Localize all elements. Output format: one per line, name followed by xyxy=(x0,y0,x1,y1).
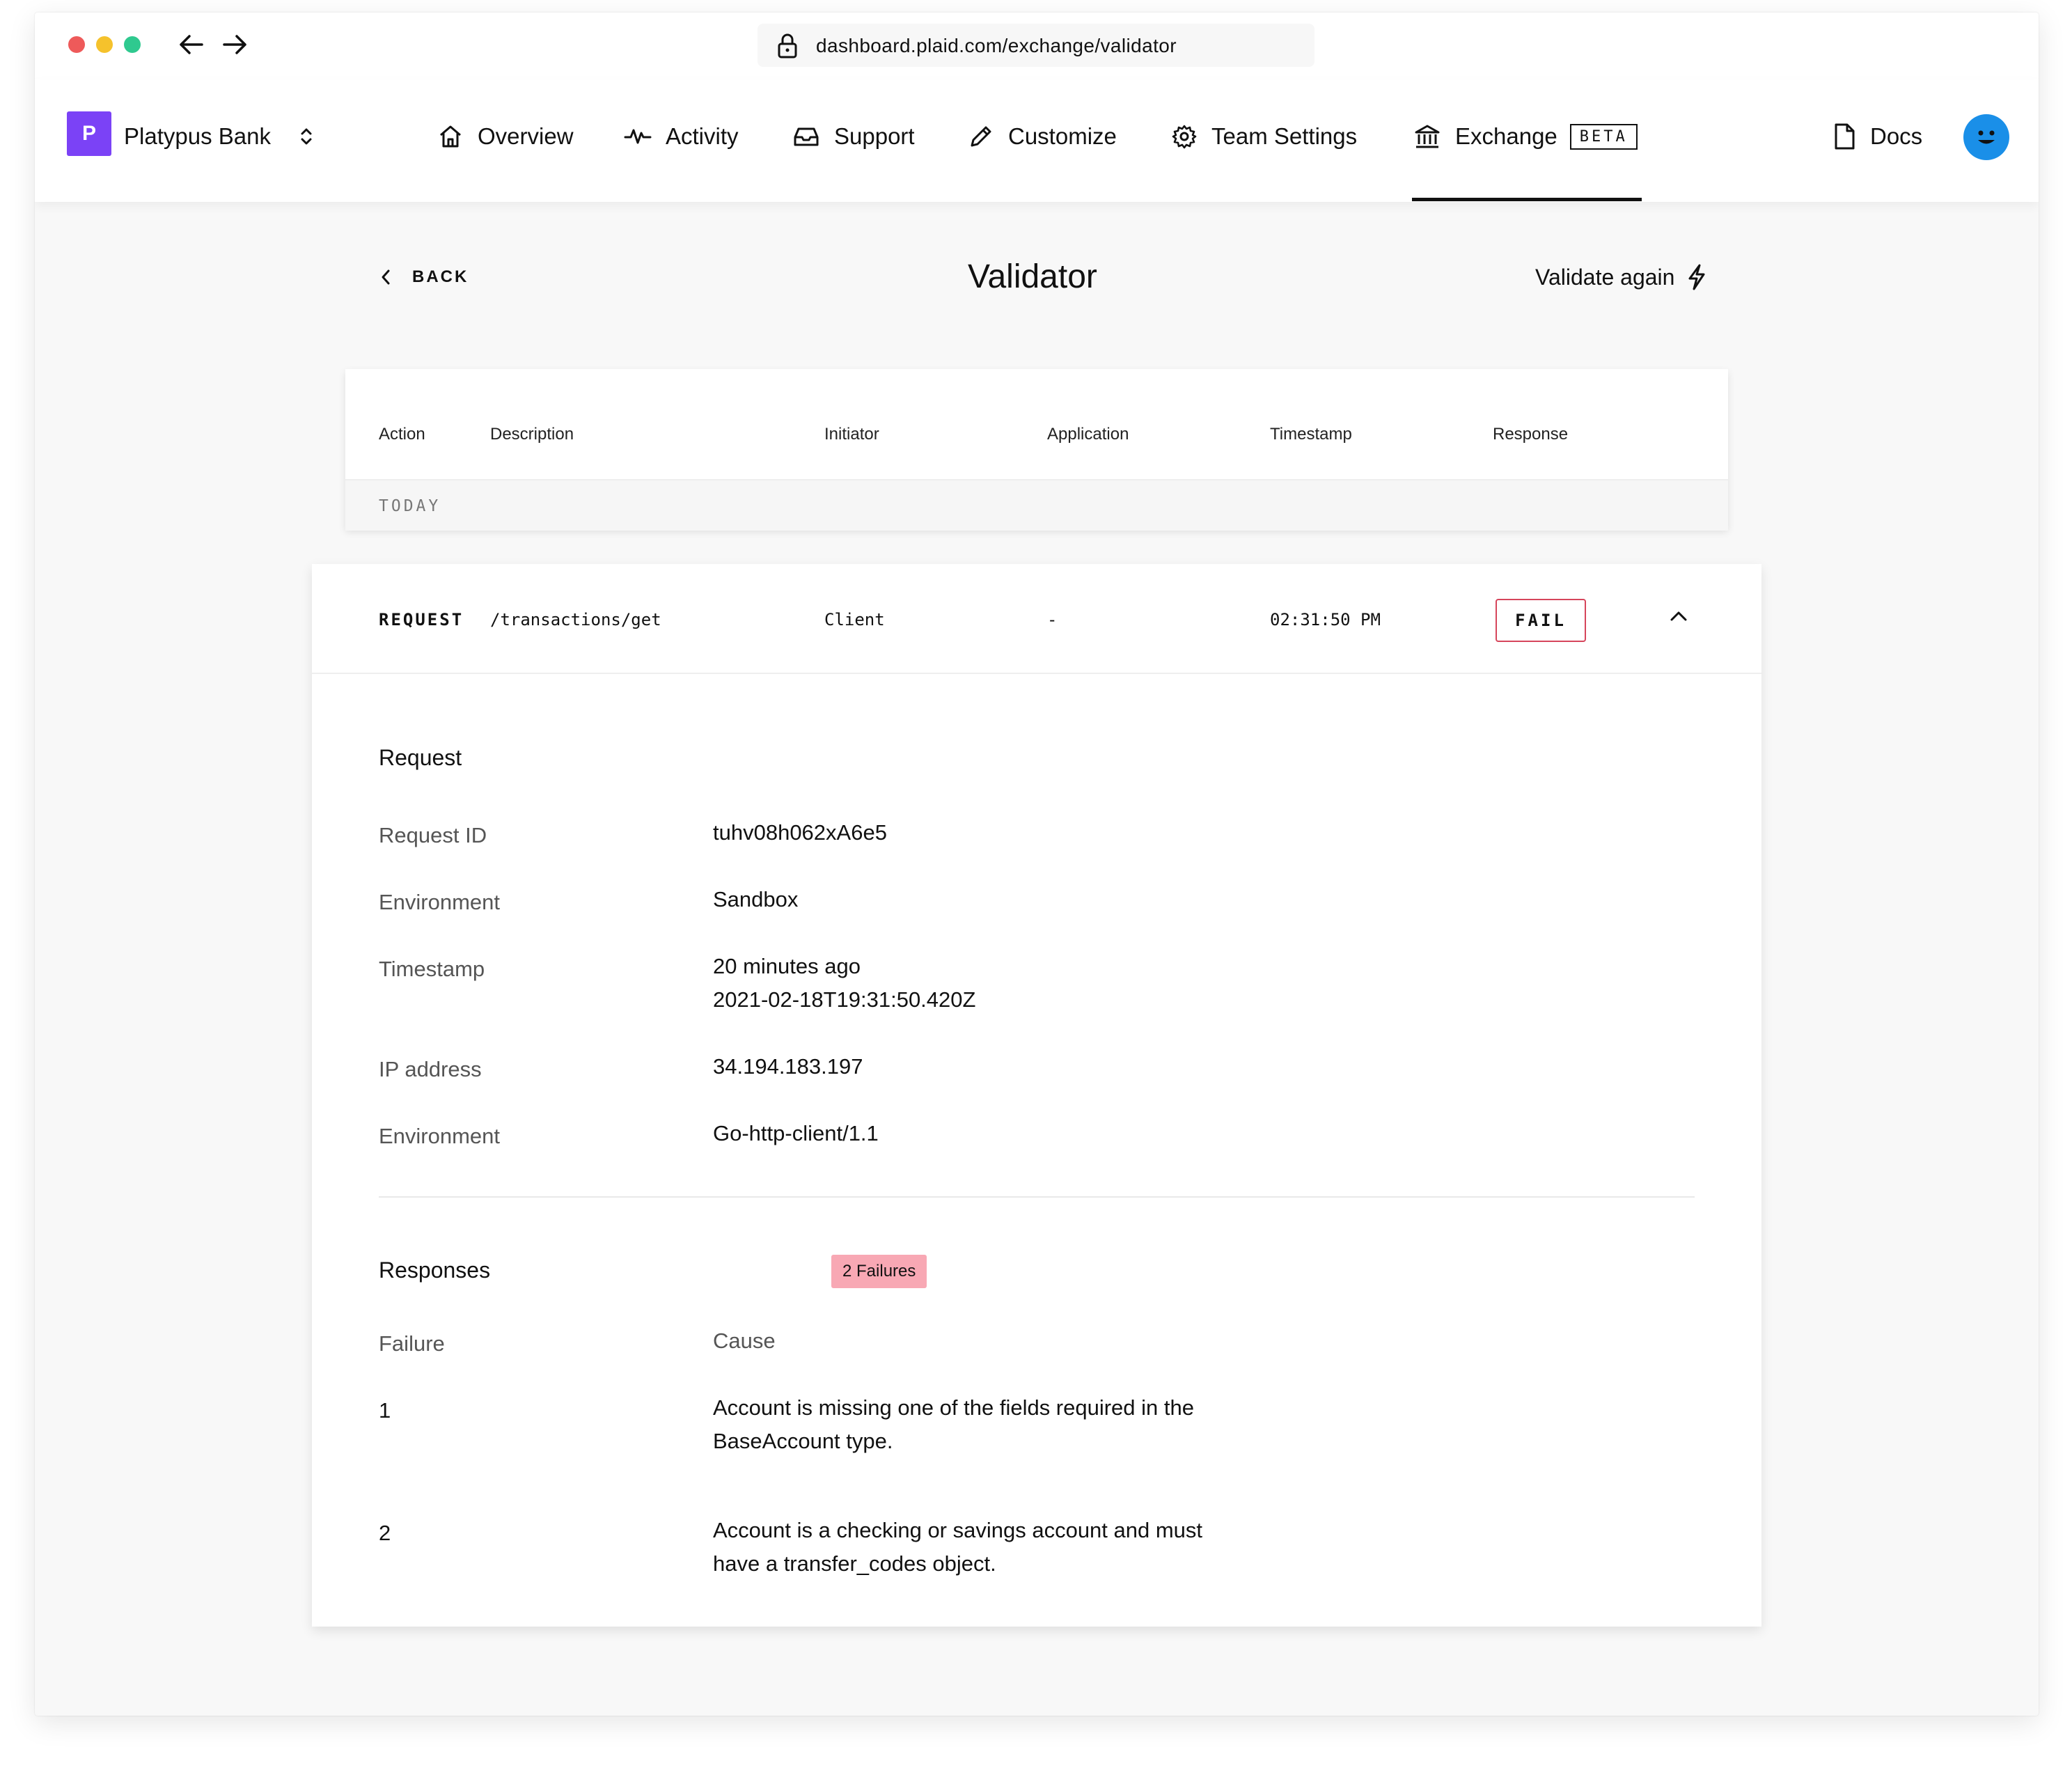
org-logo: P xyxy=(67,111,111,156)
field-value: Sandbox xyxy=(713,887,799,911)
user-avatar[interactable] xyxy=(1963,114,2009,160)
table-row[interactable]: REQUEST /transactions/get Client - 02:31… xyxy=(312,564,1761,673)
active-tab-indicator xyxy=(1412,198,1642,201)
nav-team-settings[interactable]: Team Settings xyxy=(1171,116,1357,157)
browser-window: dashboard.plaid.com/exchange/validator P… xyxy=(35,13,2039,1716)
nav-team-settings-label: Team Settings xyxy=(1211,123,1358,149)
org-switcher[interactable]: Platypus Bank xyxy=(124,116,312,157)
failure-cause-line: Account is a checking or savings account… xyxy=(713,1518,1203,1542)
back-button[interactable]: BACK xyxy=(379,267,469,287)
field-value: 34.194.183.197 xyxy=(713,1054,863,1079)
smiley-face-icon xyxy=(1978,130,1995,144)
close-window-dot[interactable] xyxy=(68,36,85,53)
validate-again-label: Validate again xyxy=(1535,264,1675,290)
field-label: IP address xyxy=(379,1057,482,1081)
request-section-title: Request xyxy=(379,745,462,770)
field-value: tuhv08h062xA6e5 xyxy=(713,820,887,845)
nav-customize-label: Customize xyxy=(1008,123,1117,149)
column-header-action: Action xyxy=(379,425,425,444)
field-value: Go-http-client/1.1 xyxy=(713,1121,879,1145)
chevron-up-down-icon xyxy=(299,125,327,153)
activity-table-header: Action Description Initiator Application… xyxy=(345,369,1728,531)
beta-badge: BETA xyxy=(1569,123,1638,150)
back-label: BACK xyxy=(412,267,469,286)
failure-cause-line: BaseAccount type. xyxy=(713,1429,893,1453)
failure-cause-line: Account is missing one of the fields req… xyxy=(713,1395,1194,1420)
group-label: TODAY xyxy=(379,497,441,515)
row-application: - xyxy=(1047,610,1058,629)
nav-support-label: Support xyxy=(834,123,915,149)
nav-overview-label: Overview xyxy=(478,123,574,149)
top-navigation: P Platypus Bank Overview Activity Suppor… xyxy=(35,79,2039,202)
org-name: Platypus Bank xyxy=(124,123,271,149)
failure-column-header: Failure xyxy=(379,1331,445,1356)
request-detail-card: REQUEST /transactions/get Client - 02:31… xyxy=(312,564,1761,1627)
field-label: Environment xyxy=(379,1124,501,1148)
field-value-secondary: 2021-02-18T19:31:50.420Z xyxy=(713,987,976,1012)
address-bar[interactable]: dashboard.plaid.com/exchange/validator xyxy=(758,24,1314,67)
lock-icon xyxy=(776,33,799,63)
page-title: Validator xyxy=(968,258,1097,295)
field-value: 20 minutes ago xyxy=(713,954,861,978)
row-initiator: Client xyxy=(824,610,885,629)
column-header-timestamp: Timestamp xyxy=(1270,425,1352,444)
failure-number: 2 xyxy=(379,1521,391,1545)
group-label-row: TODAY xyxy=(345,479,1728,531)
lightning-bolt-icon xyxy=(1688,264,1705,290)
maximize-window-dot[interactable] xyxy=(124,36,141,53)
nav-exchange[interactable]: Exchange BETA xyxy=(1413,116,1638,157)
pulse-icon xyxy=(624,129,652,144)
gear-icon xyxy=(1172,125,1197,149)
browser-chrome: dashboard.plaid.com/exchange/validator xyxy=(35,13,2039,81)
nav-exchange-label: Exchange xyxy=(1455,123,1557,149)
row-timestamp: 02:31:50 PM xyxy=(1270,610,1381,629)
section-divider xyxy=(379,1196,1695,1198)
column-header-application: Application xyxy=(1047,425,1129,444)
back-arrow-icon[interactable] xyxy=(177,32,205,61)
nav-docs[interactable]: Docs xyxy=(1832,116,1922,157)
bank-icon xyxy=(1415,125,1440,148)
field-label: Environment xyxy=(379,890,501,914)
nav-overview[interactable]: Overview xyxy=(437,116,574,157)
minimize-window-dot[interactable] xyxy=(96,36,113,53)
column-header-description: Description xyxy=(490,425,574,444)
chevron-up-icon[interactable] xyxy=(1668,607,1689,627)
column-header-initiator: Initiator xyxy=(824,425,879,444)
cause-column-header: Cause xyxy=(713,1329,776,1353)
row-action: REQUEST xyxy=(379,610,464,629)
responses-section-title: Responses xyxy=(379,1258,491,1283)
field-label: Timestamp xyxy=(379,957,485,981)
nav-activity[interactable]: Activity xyxy=(624,116,739,157)
chevron-left-icon xyxy=(382,269,390,285)
row-description: /transactions/get xyxy=(490,610,661,629)
field-label: Request ID xyxy=(379,823,487,847)
nav-docs-label: Docs xyxy=(1870,123,1923,149)
status-badge: FAIL xyxy=(1496,599,1586,642)
nav-activity-label: Activity xyxy=(666,123,739,149)
row-divider xyxy=(312,673,1761,674)
failures-badge: 2 Failures xyxy=(831,1255,927,1288)
failure-number: 1 xyxy=(379,1398,391,1423)
url-text: dashboard.plaid.com/exchange/validator xyxy=(816,35,1177,56)
home-icon xyxy=(440,125,461,148)
inbox-icon xyxy=(794,127,819,146)
validate-again-button[interactable]: Validate again xyxy=(1535,263,1708,291)
pencil-icon xyxy=(971,126,991,147)
forward-arrow-icon[interactable] xyxy=(221,32,249,61)
nav-customize[interactable]: Customize xyxy=(968,116,1117,157)
column-header-response: Response xyxy=(1493,425,1569,444)
document-icon xyxy=(1835,123,1855,150)
nav-support[interactable]: Support xyxy=(792,116,915,157)
failure-cause-line: have a transfer_codes object. xyxy=(713,1551,996,1576)
